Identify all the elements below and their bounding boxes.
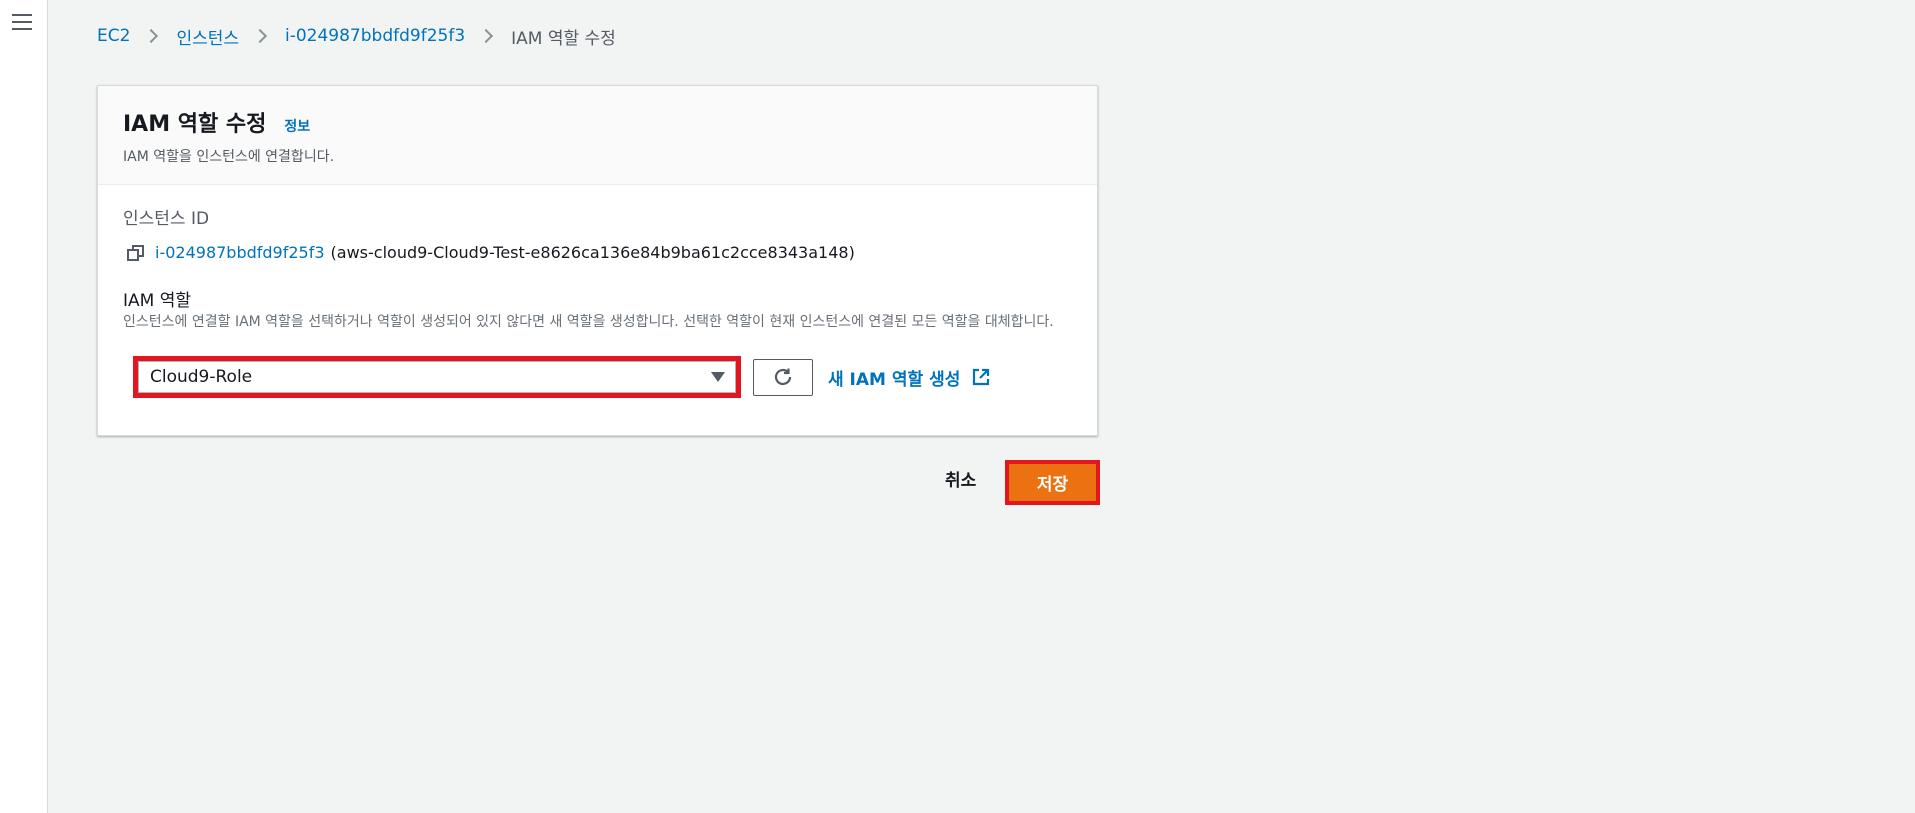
- iam-role-description: 인스턴스에 연결할 IAM 역할을 선택하거나 역할이 생성되어 있지 않다면 …: [123, 314, 1054, 330]
- instance-id-link[interactable]: i-024987bbdfd9f25f3: [155, 243, 325, 262]
- page-title: IAM 역할 수정: [123, 112, 267, 137]
- instance-id-label: 인스턴스 ID: [123, 209, 210, 229]
- iam-role-selected-value: Cloud9-Role: [150, 367, 253, 387]
- iam-role-controls: Cloud9-Role 새 IAM 역할 생성: [123, 356, 1072, 398]
- chevron-right-icon: [479, 28, 494, 44]
- panel-body: 인스턴스 ID i-024987bbdfd9f25f3 (aws-cloud9-…: [98, 185, 1097, 398]
- breadcrumb-ec2[interactable]: EC2: [97, 26, 130, 46]
- panel-description: IAM 역할을 인스턴스에 연결합니다.: [123, 149, 335, 165]
- side-navigation: [0, 0, 48, 813]
- refresh-button[interactable]: [753, 358, 813, 396]
- chevron-right-icon: [252, 28, 268, 44]
- refresh-icon: [774, 368, 792, 386]
- copy-icon[interactable]: [127, 244, 145, 262]
- instance-name: (aws-cloud9-Cloud9-Test-e8626ca136e84b9b…: [330, 243, 855, 262]
- save-button[interactable]: 저장: [1009, 464, 1096, 501]
- breadcrumb-current: IAM 역할 수정: [511, 28, 616, 49]
- iam-role-select[interactable]: Cloud9-Role: [138, 361, 736, 393]
- caret-down-icon: [711, 372, 725, 382]
- breadcrumb: EC2 인스턴스 i-024987bbdfd9f25f3 IAM 역할 수정: [97, 24, 616, 49]
- iam-role-select-highlight: Cloud9-Role: [133, 356, 741, 398]
- create-iam-role-link[interactable]: 새 IAM 역할 생성: [828, 365, 990, 390]
- modify-iam-role-panel: IAM 역할 수정 정보 IAM 역할을 인스턴스에 연결합니다. 인스턴스 I…: [97, 85, 1098, 436]
- panel-header: IAM 역할 수정 정보 IAM 역할을 인스턴스에 연결합니다.: [98, 86, 1097, 185]
- info-link[interactable]: 정보: [284, 116, 310, 136]
- external-link-icon: [973, 368, 990, 386]
- save-button-highlight: 저장: [1005, 460, 1100, 505]
- chevron-right-icon: [144, 28, 159, 44]
- create-iam-role-label: 새 IAM 역할 생성: [828, 369, 961, 390]
- breadcrumb-instances[interactable]: 인스턴스: [176, 24, 239, 49]
- instance-id-row: i-024987bbdfd9f25f3 (aws-cloud9-Cloud9-T…: [123, 243, 1072, 262]
- menu-icon[interactable]: [12, 14, 32, 32]
- iam-role-label: IAM 역할: [123, 291, 191, 311]
- cancel-button[interactable]: 취소: [945, 466, 976, 491]
- breadcrumb-instance-id[interactable]: i-024987bbdfd9f25f3: [285, 26, 465, 46]
